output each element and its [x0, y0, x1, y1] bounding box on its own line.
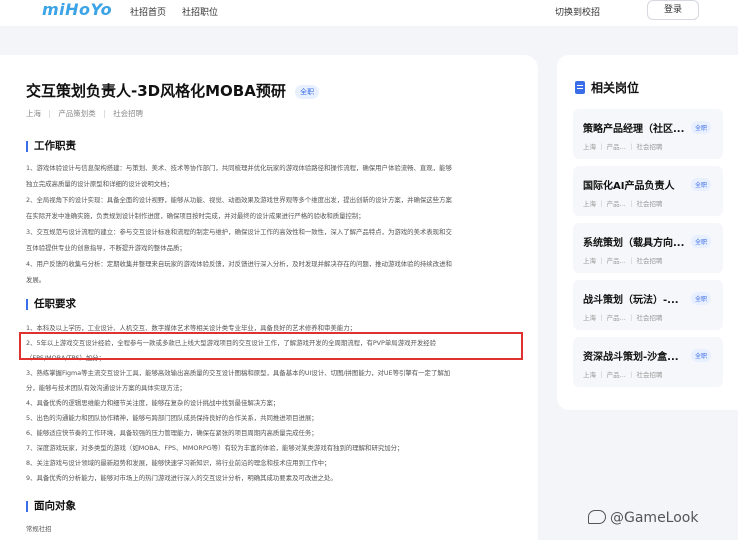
- requirement-line: 5、出色的沟通能力和团队协作精神，能够与跨部门团队成员保持良好的合作关系，共同推…: [26, 414, 318, 422]
- top-navigation-bar: miHoYo 社招首页 社招职位 切换到校招 登录: [0, 0, 738, 26]
- document-icon: [575, 81, 585, 94]
- duties-heading: 工作职责: [26, 141, 76, 152]
- login-button[interactable]: 登录: [647, 0, 699, 20]
- related-job-card[interactable]: 策略产品经理（社区... 全职 上海 ｜ 产品... ｜ 社会招聘: [573, 109, 723, 159]
- requirement-line: 1、本科及以上学历，工业设计、人机交互、数字媒体艺术等相关设计类专业毕业，具备良…: [26, 324, 356, 332]
- related-job-meta: 上海 ｜ 产品... ｜ 社会招聘: [583, 257, 663, 265]
- audience-text: 常规社招: [26, 525, 52, 533]
- requirement-line: 7、深度游戏玩家，对多类型的游戏（如MOBA、FPS、MMORPG等）有较为丰富…: [26, 444, 404, 452]
- duties-line: 1、游戏体验设计与信息架构搭建：与策划、美术、技术等协作部门，共同梳理并优化玩家…: [26, 164, 452, 172]
- related-job-meta: 上海 ｜ 产品... ｜ 社会招聘: [583, 200, 663, 208]
- related-job-card[interactable]: 系统策划（载具方向... 全职 上海 ｜ 产品... ｜ 社会招聘: [573, 223, 723, 273]
- requirement-line: 分，能够与技术团队有效沟通设计方案的具体实现方法；: [26, 384, 186, 392]
- duties-line: 发展。: [26, 276, 46, 284]
- job-meta: 上海 | 产品策划类 | 社会招聘: [26, 108, 143, 119]
- nav-social-recruit-home[interactable]: 社招首页: [130, 5, 166, 18]
- duties-line: 独立完成高质量的设计原型和详细的设计说明文档；: [26, 180, 173, 188]
- job-recruit-type: 社会招聘: [113, 109, 144, 118]
- duties-line: 3、交互规范与设计流程的建立：参与交互设计标准和流程的制定与维护，确保设计工作的…: [26, 228, 452, 236]
- duties-line: 互体验提供专业的创意指导，不断提升游戏的整体品质；: [26, 244, 186, 252]
- requirement-line: 8、关注游戏与设计领域的最新趋势和发展，能够快速学习新知识，将行业前沿的理念和技…: [26, 459, 331, 467]
- duties-line: 在实际开发中准确实施，负责规划设计制作进度，确保项目按时完成，并对最终的设计成果…: [26, 212, 365, 220]
- related-job-meta: 上海 ｜ 产品... ｜ 社会招聘: [583, 314, 663, 322]
- job-type-badge: 全职: [295, 84, 320, 99]
- mihoyo-logo[interactable]: miHoYo: [42, 0, 112, 19]
- requirements-heading: 任职要求: [26, 299, 76, 310]
- related-job-card[interactable]: 战斗策划（玩法）-... 全职 上海 ｜ 产品... ｜ 社会招聘: [573, 280, 723, 330]
- highlight-annotation-box: [19, 332, 523, 360]
- meta-divider: |: [48, 109, 51, 118]
- related-jobs-panel: 相关岗位 策略产品经理（社区... 全职 上海 ｜ 产品... ｜ 社会招聘 国…: [557, 55, 738, 410]
- job-detail-card: 交互策划负责人-3D风格化MOBA预研 全职 上海 | 产品策划类 | 社会招聘…: [0, 55, 538, 540]
- job-title: 交互策划负责人-3D风格化MOBA预研 全职: [26, 80, 320, 101]
- related-job-badge: 全职: [691, 121, 712, 134]
- weibo-icon: [588, 510, 606, 524]
- related-jobs-title-text: 相关岗位: [591, 81, 640, 95]
- gamelook-watermark: @GameLook: [588, 510, 698, 526]
- related-job-title: 策略产品经理（社区...: [583, 124, 685, 135]
- related-job-card[interactable]: 资深战斗策划-沙盒... 全职 上海 ｜ 产品... ｜ 社会招聘: [573, 337, 723, 387]
- duties-line: 4、用户反馈的收集与分析：定期收集并整理来自玩家的游戏体验反馈，对反馈进行深入分…: [26, 260, 452, 268]
- nav-social-recruit-jobs[interactable]: 社招职位: [182, 5, 218, 18]
- job-title-text: 交互策划负责人-3D风格化MOBA预研: [26, 82, 286, 100]
- job-category: 产品策划类: [58, 109, 96, 118]
- related-job-card[interactable]: 国际化AI产品负责人 全职 上海 ｜ 产品... ｜ 社会招聘: [573, 166, 723, 216]
- related-job-title: 系统策划（载具方向...: [583, 238, 685, 249]
- audience-heading: 面向对象: [26, 501, 76, 512]
- switch-to-campus-link[interactable]: 切换到校招: [555, 5, 600, 18]
- related-job-title: 战斗策划（玩法）-...: [583, 295, 679, 306]
- related-jobs-title: 相关岗位: [575, 79, 639, 96]
- related-job-meta: 上海 ｜ 产品... ｜ 社会招聘: [583, 143, 663, 151]
- requirement-line: 4、具备优秀的逻辑思维能力和细节关注度，能够在复杂的设计挑战中找到最佳解决方案；: [26, 399, 280, 407]
- related-job-badge: 全职: [691, 235, 712, 248]
- related-job-title: 资深战斗策划-沙盒...: [583, 352, 679, 363]
- duties-line: 2、全局视角下的设计实现：具备全面的设计视野，能够从功能、视觉、动画效果及游戏世…: [26, 196, 452, 204]
- requirement-line: 9、具备优秀的分析能力，能够对市场上的热门游戏进行深入的交互设计分析，明确其成功…: [26, 474, 337, 482]
- requirement-line: 6、能够适应快节奏的工作环境，具备较强的压力管理能力，确保在紧张的项目周期内高质…: [26, 429, 318, 437]
- watermark-text: @GameLook: [610, 510, 699, 526]
- related-job-badge: 全职: [691, 292, 712, 305]
- related-job-title: 国际化AI产品负责人: [583, 181, 675, 192]
- job-location: 上海: [26, 109, 41, 118]
- related-job-meta: 上海 ｜ 产品... ｜ 社会招聘: [583, 371, 663, 379]
- related-job-badge: 全职: [691, 178, 712, 191]
- requirement-line: 3、熟练掌握Figma等主流交互设计工具，能够高效输出高质量的交互设计图稿和原型…: [26, 369, 451, 377]
- meta-divider: |: [103, 109, 106, 118]
- related-job-badge: 全职: [691, 349, 712, 362]
